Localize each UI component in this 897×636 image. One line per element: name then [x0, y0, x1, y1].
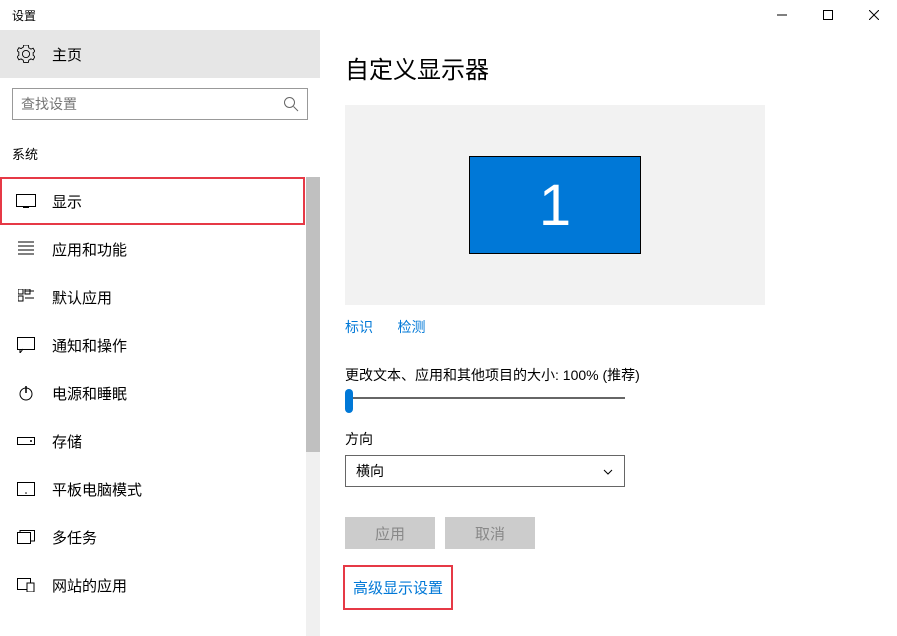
sidebar-item-tablet[interactable]: 平板电脑模式 [0, 465, 305, 513]
scrollbar-thumb[interactable] [306, 177, 320, 452]
storage-icon [16, 431, 36, 451]
home-item[interactable]: 主页 [0, 30, 320, 78]
sidebar-item-label: 显示 [52, 191, 82, 212]
display-preview: 1 [345, 105, 765, 305]
display-icon [16, 191, 36, 211]
sidebar-item-label: 平板电脑模式 [52, 479, 142, 500]
sidebar-item-label: 电源和睡眠 [52, 383, 127, 404]
detect-link[interactable]: 检测 [397, 319, 425, 335]
sidebar-item-notifications[interactable]: 通知和操作 [0, 321, 305, 369]
sidebar-item-label: 应用和功能 [52, 239, 127, 260]
gear-icon [16, 44, 36, 64]
identify-link[interactable]: 标识 [345, 319, 373, 335]
apps-icon [16, 239, 36, 259]
sidebar-item-power[interactable]: 电源和睡眠 [0, 369, 305, 417]
scrollbar[interactable] [306, 177, 320, 636]
sidebar-item-multitask[interactable]: 多任务 [0, 513, 305, 561]
window-title: 设置 [12, 7, 36, 24]
sidebar-item-storage[interactable]: 存储 [0, 417, 305, 465]
sidebar-item-label: 多任务 [52, 527, 97, 548]
close-button[interactable] [851, 0, 897, 30]
defaults-icon [16, 287, 36, 307]
sidebar-item-label: 网站的应用 [52, 575, 127, 596]
maximize-icon [823, 10, 833, 20]
apply-button[interactable]: 应用 [345, 517, 435, 549]
scale-label: 更改文本、应用和其他项目的大小: 100% (推荐) [345, 365, 872, 385]
tablet-icon [16, 479, 36, 499]
maximize-button[interactable] [805, 0, 851, 30]
nav-list: 显示 应用和功能 默认应用 [0, 177, 305, 609]
chevron-down-icon [602, 465, 614, 477]
sidebar-item-label: 通知和操作 [52, 335, 127, 356]
sidebar-item-label: 默认应用 [52, 287, 112, 308]
minimize-icon [777, 10, 787, 20]
main-panel: 自定义显示器 1 标识 检测 更改文本、应用和其他项目的大小: 100% (推荐… [320, 30, 897, 636]
sidebar-item-apps[interactable]: 应用和功能 [0, 225, 305, 273]
sidebar-item-website[interactable]: 网站的应用 [0, 561, 305, 609]
button-row: 应用 取消 [345, 517, 872, 549]
page-title: 自定义显示器 [345, 50, 872, 85]
search-box[interactable] [12, 88, 308, 120]
website-icon [16, 575, 36, 595]
minimize-button[interactable] [759, 0, 805, 30]
section-label: 系统 [0, 130, 320, 177]
orientation-label: 方向 [345, 429, 872, 449]
scale-slider[interactable] [345, 397, 625, 399]
window-controls [759, 0, 897, 30]
monitor-box[interactable]: 1 [469, 156, 641, 254]
cancel-button[interactable]: 取消 [445, 517, 535, 549]
titlebar: 设置 [0, 0, 897, 30]
search-icon [283, 96, 299, 112]
search-input[interactable] [21, 96, 283, 112]
sidebar: 主页 系统 显示 [0, 30, 320, 636]
advanced-display-link[interactable]: 高级显示设置 [345, 567, 451, 608]
sidebar-item-label: 存储 [52, 431, 82, 452]
multitask-icon [16, 527, 36, 547]
orientation-select[interactable]: 横向 [345, 455, 625, 487]
orientation-value: 横向 [356, 461, 602, 481]
sidebar-item-display[interactable]: 显示 [0, 177, 305, 225]
monitor-number: 1 [539, 172, 571, 239]
sidebar-item-defaults[interactable]: 默认应用 [0, 273, 305, 321]
home-label: 主页 [52, 44, 82, 65]
slider-thumb[interactable] [345, 389, 353, 413]
close-icon [869, 10, 879, 20]
display-links: 标识 检测 [345, 317, 872, 337]
power-icon [16, 383, 36, 403]
notifications-icon [16, 335, 36, 355]
